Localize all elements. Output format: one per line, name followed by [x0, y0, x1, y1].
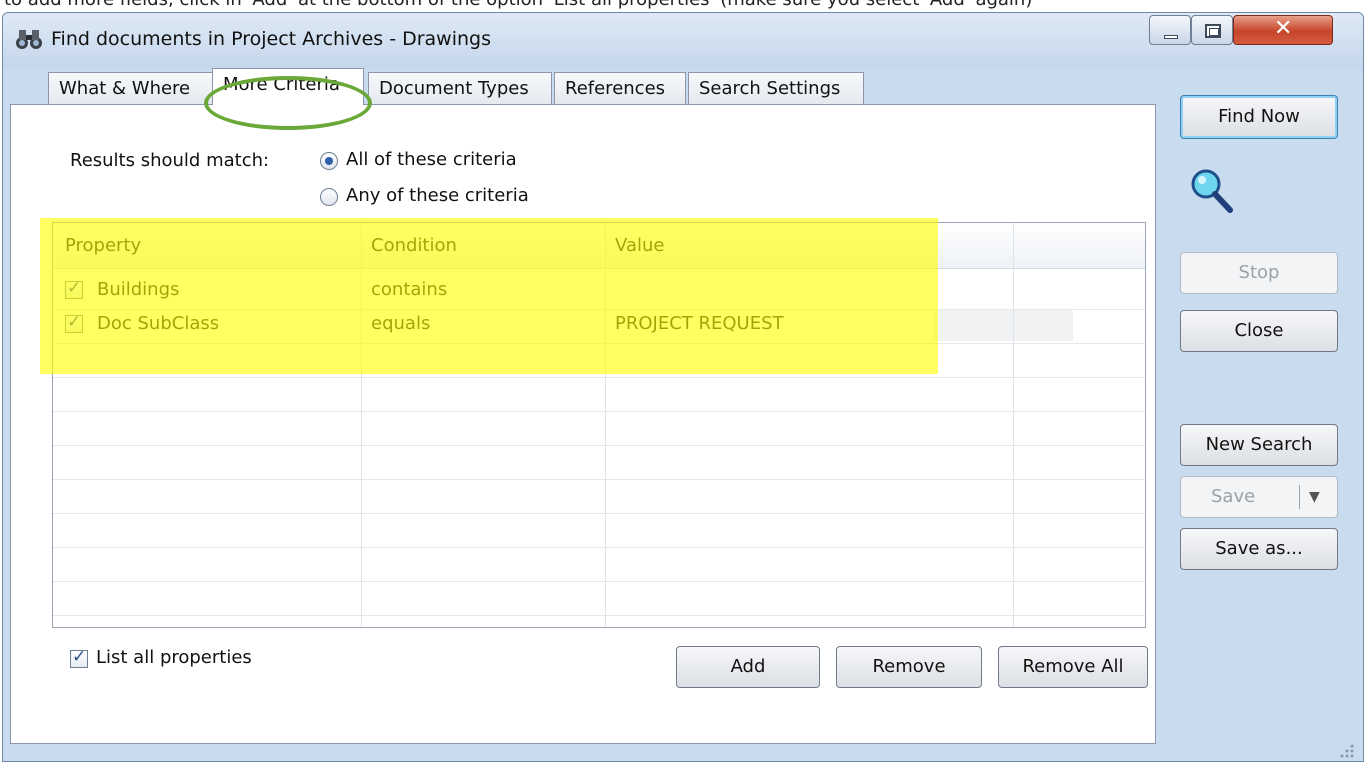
save-as-button[interactable]: Save as...	[1180, 528, 1338, 570]
save-label[interactable]: Save	[1211, 477, 1255, 517]
criteria-grid[interactable]: Property Condition Value Buildings conta…	[52, 222, 1146, 628]
save-divider	[1299, 485, 1300, 509]
save-split-button[interactable]: Save ▼	[1180, 476, 1338, 518]
radio-all-criteria-label[interactable]: All of these criteria	[346, 149, 517, 170]
tab-more-criteria[interactable]: More Criteria	[212, 68, 364, 105]
magnifier-icon	[1191, 169, 1233, 213]
tab-what-where[interactable]: What & Where	[48, 72, 214, 106]
column-divider	[605, 223, 606, 627]
find-now-button[interactable]: Find Now	[1180, 95, 1338, 139]
window-title: Find documents in Project Archives - Dra…	[51, 28, 492, 50]
row-property[interactable]: Doc SubClass	[97, 313, 219, 334]
minimize-icon	[1164, 35, 1178, 39]
chevron-down-icon[interactable]: ▼	[1309, 477, 1320, 517]
list-all-properties-label[interactable]: List all properties	[96, 647, 252, 668]
row-divider	[53, 479, 1145, 480]
window-close-button[interactable]: ✕	[1233, 15, 1333, 45]
instruction-text: to add more fields, click in 'Add' at th…	[4, 0, 1032, 10]
results-match-label: Results should match:	[70, 150, 270, 171]
row-checkbox[interactable]	[65, 312, 83, 333]
column-divider	[1013, 223, 1014, 627]
radio-all-criteria[interactable]	[320, 152, 338, 170]
row-divider	[53, 411, 1145, 412]
column-header-property[interactable]: Property	[65, 235, 141, 256]
grid-header	[53, 223, 1145, 269]
tab-search-settings[interactable]: Search Settings	[688, 72, 864, 106]
row-divider	[53, 343, 1145, 344]
maximize-button[interactable]	[1191, 15, 1233, 45]
row-divider	[53, 581, 1145, 582]
tab-references[interactable]: References	[554, 72, 686, 106]
resize-grip-icon[interactable]	[1336, 740, 1356, 760]
radio-any-criteria[interactable]	[320, 188, 338, 206]
list-all-properties-checkbox[interactable]	[70, 647, 88, 668]
column-divider	[361, 223, 362, 627]
tab-document-types[interactable]: Document Types	[368, 72, 552, 106]
column-header-value[interactable]: Value	[615, 235, 664, 256]
row-property[interactable]: Buildings	[97, 279, 179, 300]
row-condition[interactable]: equals	[371, 313, 430, 334]
row-divider	[53, 615, 1145, 616]
row-fill	[933, 309, 1073, 341]
close-button[interactable]: Close	[1180, 310, 1338, 352]
add-button[interactable]: Add	[676, 646, 820, 688]
close-icon: ✕	[1274, 16, 1293, 41]
row-divider	[53, 445, 1145, 446]
row-divider	[53, 377, 1145, 378]
minimize-button[interactable]	[1149, 15, 1191, 45]
binoculars-icon	[16, 30, 42, 49]
row-value[interactable]: PROJECT REQUEST	[615, 313, 784, 334]
row-divider	[53, 513, 1145, 514]
maximize-icon	[1205, 24, 1221, 38]
remove-all-button[interactable]: Remove All	[998, 646, 1148, 688]
column-header-condition[interactable]: Condition	[371, 235, 457, 256]
tab-strip: What & Where More Criteria Document Type…	[0, 60, 1160, 106]
stop-button[interactable]: Stop	[1180, 252, 1338, 294]
remove-button[interactable]: Remove	[836, 646, 982, 688]
new-search-button[interactable]: New Search	[1180, 424, 1338, 466]
instruction-strip: to add more fields, click in 'Add' at th…	[0, 0, 1367, 12]
row-checkbox[interactable]	[65, 278, 83, 299]
row-condition[interactable]: contains	[371, 279, 447, 300]
row-divider	[53, 309, 1145, 310]
tab-strip-filler	[864, 72, 1160, 106]
radio-any-criteria-label[interactable]: Any of these criteria	[346, 185, 529, 206]
row-divider	[53, 547, 1145, 548]
